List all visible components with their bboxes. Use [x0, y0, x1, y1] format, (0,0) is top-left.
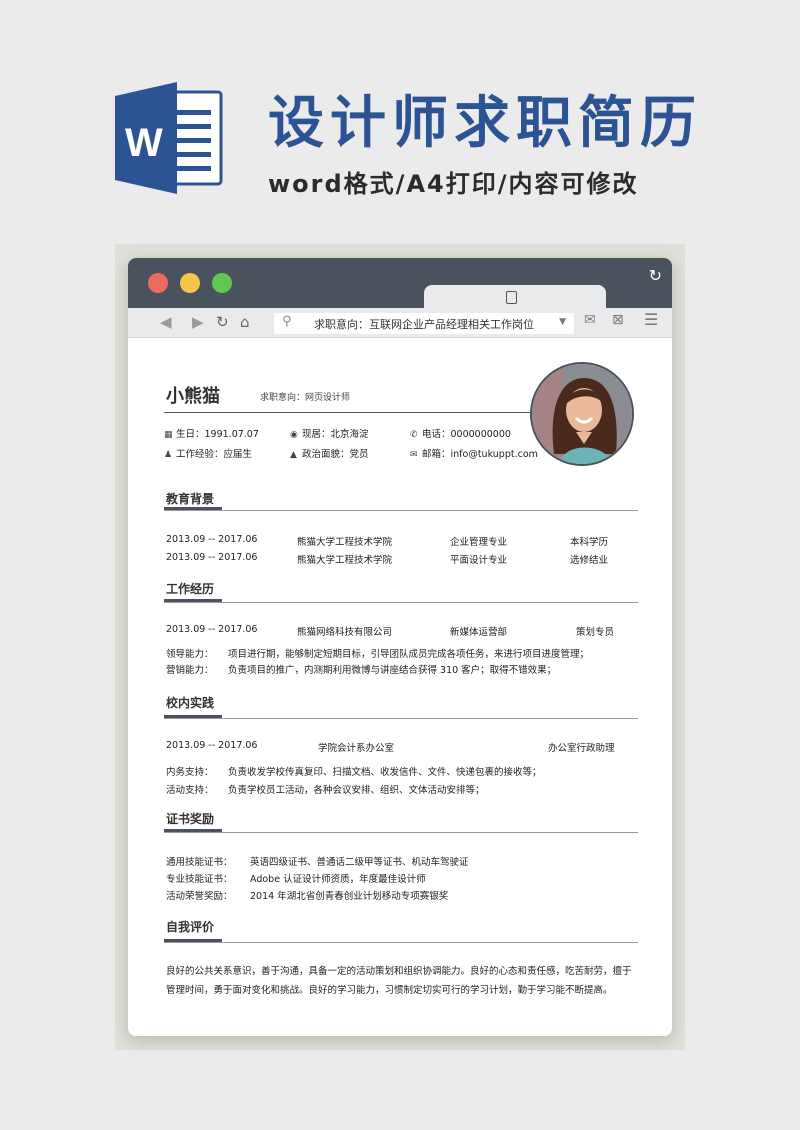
avatar [530, 362, 634, 466]
home-icon[interactable]: ⌂ [240, 313, 250, 331]
job-intent: 求职意向：网页设计师 [260, 393, 351, 403]
browser-toolbar: ◀ ▶ ↻ ⌂ ⚲ 求职意向：互联网企业产品经理相关工作岗位 ▼ ✉ ⊠ ☰ [128, 308, 672, 338]
section-title-work: 工作经历 [166, 582, 215, 596]
campus-org: 学院会计系办公室 [318, 743, 395, 754]
section-divider [164, 718, 638, 719]
experience-info: ♟ 工作经验：应届生 [164, 449, 253, 460]
browser-window: ↻ ◀ ▶ ↻ ⌂ ⚲ 求职意向：互联网企业产品经理相关工作岗位 ▼ ✉ ⊠ ☰… [128, 258, 672, 1036]
mail-icon[interactable]: ✉ [584, 312, 596, 328]
politics-info: ▲ 政治面貌：党员 [290, 449, 369, 460]
envelope-icon: ✉ [410, 450, 418, 460]
self-evaluation-text: 良好的公共关系意识，善于沟通，具备一定的活动策划和组织协调能力。良好的心态和责任… [166, 966, 632, 996]
menu-icon[interactable]: ☰ [644, 310, 658, 329]
education-period: 2013.09 -- 2017.06 [166, 552, 258, 563]
inbox-icon[interactable]: ⊠ [612, 312, 624, 328]
residence-info: ◉ 现居：北京海淀 [290, 429, 369, 440]
cert-label: 通用技能证书： [166, 857, 233, 868]
education-major: 企业管理专业 [450, 537, 508, 548]
back-arrow-icon[interactable]: ◀ [160, 313, 172, 331]
work-period: 2013.09 -- 2017.06 [166, 624, 258, 635]
cert-text: 2014 年湖北省创青春创业计划移动专项赛银奖 [250, 891, 449, 902]
portrait-image [532, 364, 632, 464]
section-divider [164, 602, 638, 603]
reload-icon[interactable]: ↻ [216, 313, 229, 331]
browser-titlebar: ↻ [128, 258, 672, 309]
phone-info: ✆ 电话：0000000000 [410, 429, 511, 440]
section-title-education: 教育背景 [166, 492, 215, 506]
work-dept: 新媒体运营部 [450, 627, 508, 638]
education-period: 2013.09 -- 2017.06 [166, 534, 258, 545]
education-school: 熊猫大学工程技术学院 [297, 555, 393, 566]
address-text: 求职意向：互联网企业产品经理相关工作岗位 [314, 318, 534, 331]
phone-icon: ✆ [410, 430, 418, 440]
campus-role: 办公室行政助理 [548, 743, 615, 754]
refresh-icon[interactable]: ↻ [649, 266, 662, 285]
section-divider [164, 832, 638, 833]
name-divider [164, 412, 530, 413]
detail-label: 营销能力： [166, 665, 214, 676]
cert-text: 英语四级证书、普通话二级甲等证书、机动车驾驶证 [250, 857, 469, 868]
address-bar[interactable]: ⚲ 求职意向：互联网企业产品经理相关工作岗位 ▼ [274, 313, 574, 334]
detail-label: 活动支持： [166, 785, 214, 796]
person-icon: ♟ [164, 450, 173, 460]
browser-tab[interactable] [424, 285, 606, 309]
calendar-icon: ▦ [164, 430, 173, 440]
word-logo-icon: W [115, 82, 223, 194]
location-pin-icon: ◉ [290, 430, 298, 440]
work-company: 熊猫网络科技有限公司 [297, 627, 393, 638]
page-subtitle: word格式/A4打印/内容可修改 [268, 170, 639, 198]
cert-label: 活动荣誉奖励： [166, 891, 233, 902]
education-degree: 本科学历 [570, 537, 609, 548]
document-icon [506, 291, 517, 304]
candidate-name: 小熊猫 [166, 386, 220, 407]
education-major: 平面设计专业 [450, 555, 508, 566]
section-title-campus: 校内实践 [166, 696, 215, 710]
search-icon: ⚲ [282, 314, 292, 329]
detail-text: 项目进行期，能够制定短期目标，引导团队成员完成各项任务，来进行项目进度管理； [228, 649, 590, 660]
education-school: 熊猫大学工程技术学院 [297, 537, 393, 548]
birth-info: ▦ 生日：1991.07.07 [164, 429, 259, 440]
work-role: 策划专员 [576, 627, 615, 638]
email-info: ✉ 邮箱：info@tukuppt.com [410, 449, 538, 460]
section-title-self: 自我评价 [166, 920, 215, 934]
detail-label: 领导能力： [166, 649, 214, 660]
maximize-window-button[interactable] [212, 273, 232, 293]
cert-label: 专业技能证书： [166, 874, 233, 885]
section-divider [164, 510, 638, 511]
section-divider [164, 942, 638, 943]
campus-period: 2013.09 -- 2017.06 [166, 740, 258, 751]
education-degree: 选修结业 [570, 555, 609, 566]
chevron-down-icon[interactable]: ▼ [559, 317, 566, 327]
page-title: 设计师求职简历 [268, 91, 702, 156]
close-window-button[interactable] [148, 273, 168, 293]
detail-text: 负责项目的推广，内测期利用微博与讲座结合获得 310 客户；取得不错效果； [228, 665, 557, 676]
detail-label: 内务支持： [166, 767, 214, 778]
word-logo-letter: W [125, 121, 163, 165]
minimize-window-button[interactable] [180, 273, 200, 293]
section-title-certs: 证书奖励 [166, 812, 215, 826]
cert-text: Adobe 认证设计师资质，年度最佳设计师 [250, 874, 426, 885]
forward-arrow-icon[interactable]: ▶ [192, 313, 204, 331]
graduation-cap-icon: ▲ [290, 450, 297, 460]
detail-text: 负责学校员工活动，各种会议安排、组织、文体活动安排等； [228, 785, 485, 796]
detail-text: 负责收发学校传真复印、扫描文档、收发信件、文件、快递包裹的接收等； [228, 767, 542, 778]
